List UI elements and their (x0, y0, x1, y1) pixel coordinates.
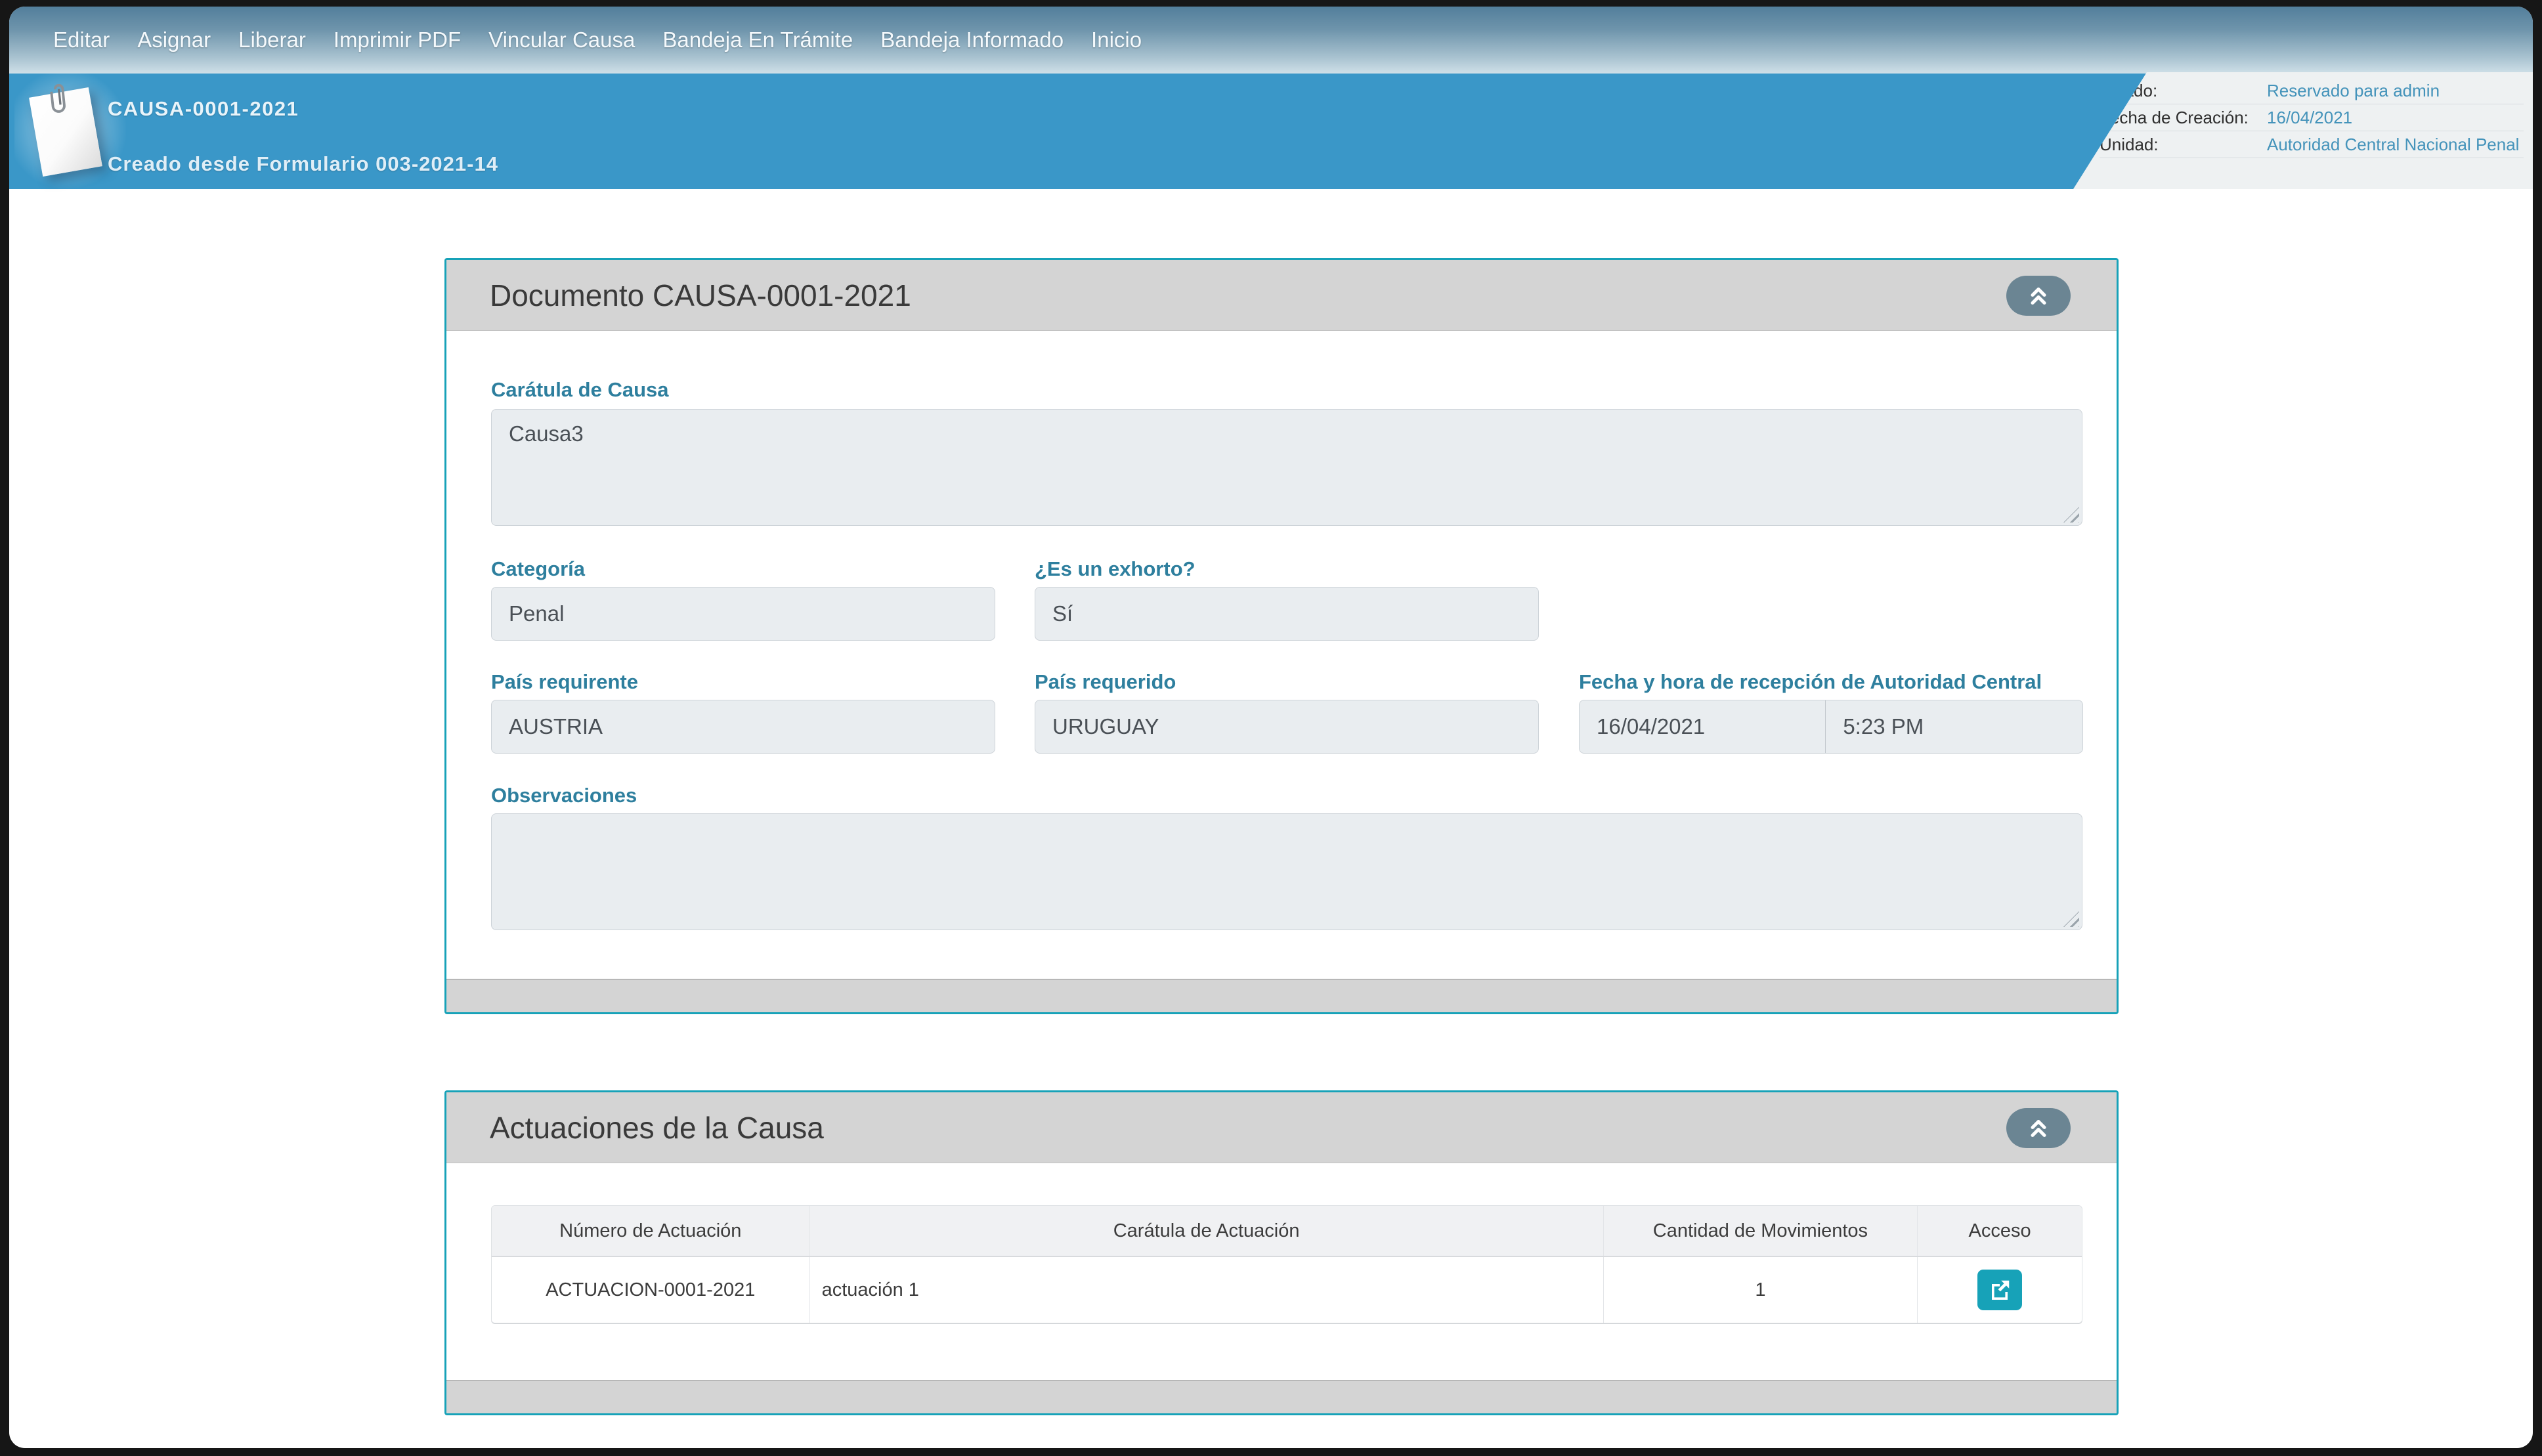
menu-item-asignar[interactable]: Asignar (123, 28, 225, 53)
fecha-recepcion-date-field: 16/04/2021 (1580, 700, 1826, 753)
actuaciones-panel-header: Actuaciones de la Causa (446, 1092, 2117, 1163)
actuaciones-panel-footer (446, 1380, 2117, 1413)
documento-panel-header: Documento CAUSA-0001-2021 (446, 260, 2117, 331)
caratula-causa-textarea[interactable]: Causa3 (491, 409, 2082, 526)
menu-item-bandeja-en-tramite[interactable]: Bandeja En Trámite (649, 28, 867, 53)
documento-collapse-button[interactable] (2006, 276, 2071, 316)
fecha-recepcion-group: 16/04/2021 5:23 PM (1579, 700, 2083, 754)
actuaciones-collapse-button[interactable] (2006, 1108, 2071, 1148)
menu-item-imprimir-pdf[interactable]: Imprimir PDF (320, 28, 475, 53)
acceso-button[interactable] (1977, 1270, 2022, 1310)
exhorto-field: Sí (1035, 587, 1539, 641)
col-header-acceso: Acceso (1918, 1206, 2082, 1256)
app-window: Editar Asignar Liberar Imprimir PDF Vinc… (9, 7, 2533, 1448)
fecha-creacion-value: 16/04/2021 (2267, 108, 2352, 128)
documento-panel-footer (446, 979, 2117, 1012)
pais-requerido-field: URUGUAY (1035, 700, 1539, 754)
menu-item-vincular-causa[interactable]: Vincular Causa (475, 28, 649, 53)
fecha-recepcion-label: Fecha y hora de recepción de Autoridad C… (1579, 670, 2042, 694)
case-info-panel: Estado: Reservado para admin Fecha de Cr… (2073, 72, 2533, 189)
actuaciones-table-header-row: Número de Actuación Carátula de Actuació… (492, 1206, 2082, 1257)
fecha-recepcion-time-field: 5:23 PM (1826, 700, 2082, 753)
cell-cantidad-movimientos: 1 (1604, 1257, 1918, 1323)
resize-grip-icon[interactable] (2063, 507, 2079, 523)
case-subtitle: Creado desde Formulario 003-2021-14 (108, 152, 498, 176)
caratula-causa-label: Carátula de Causa (491, 378, 669, 402)
pais-requirente-field: AUSTRIA (491, 700, 995, 754)
actuaciones-panel: Actuaciones de la Causa Número de Actuac… (444, 1090, 2119, 1415)
info-row-fecha-creacion: Fecha de Creación: 16/04/2021 (2100, 104, 2524, 131)
menu-item-inicio[interactable]: Inicio (1077, 28, 1155, 53)
fecha-creacion-label: Fecha de Creación: (2100, 108, 2267, 128)
unidad-value: Autoridad Central Nacional Penal (2267, 135, 2519, 155)
estado-value: Reservado para admin (2267, 81, 2440, 101)
double-chevron-up-icon (2027, 284, 2050, 308)
observaciones-label: Observaciones (491, 784, 637, 807)
info-row-unidad: Unidad: Autoridad Central Nacional Penal (2100, 131, 2524, 158)
exhorto-label: ¿Es un exhorto? (1035, 557, 1196, 581)
case-title: CAUSA-0001-2021 (108, 97, 299, 121)
actuaciones-table: Número de Actuación Carátula de Actuació… (491, 1205, 2082, 1323)
menu-item-liberar[interactable]: Liberar (225, 28, 320, 53)
unidad-label: Unidad: (2100, 135, 2267, 155)
categoria-field: Penal (491, 587, 995, 641)
resize-grip-icon[interactable] (2063, 911, 2079, 927)
col-header-numero: Número de Actuación (492, 1206, 810, 1256)
cell-numero-actuacion: ACTUACION-0001-2021 (492, 1257, 810, 1323)
external-link-icon (1988, 1278, 2012, 1302)
menu-item-bandeja-informado[interactable]: Bandeja Informado (867, 28, 1077, 53)
paperclip-icon (48, 78, 72, 118)
info-row-estado: Estado: Reservado para admin (2100, 77, 2524, 104)
actuaciones-panel-title: Actuaciones de la Causa (490, 1110, 824, 1146)
documento-panel-title: Documento CAUSA-0001-2021 (490, 278, 911, 313)
observaciones-textarea[interactable] (491, 813, 2082, 930)
menu-item-editar[interactable]: Editar (39, 28, 123, 53)
documento-panel: Documento CAUSA-0001-2021 Carátula de Ca… (444, 258, 2119, 1014)
col-header-caratula: Carátula de Actuación (810, 1206, 1604, 1256)
categoria-label: Categoría (491, 557, 585, 581)
double-chevron-up-icon (2027, 1117, 2050, 1140)
col-header-movimientos: Cantidad de Movimientos (1604, 1206, 1918, 1256)
caratula-causa-value: Causa3 (509, 421, 584, 446)
cell-caratula-actuacion: actuación 1 (810, 1257, 1604, 1323)
table-row: ACTUACION-0001-2021 actuación 1 1 (492, 1257, 2082, 1323)
pais-requirente-label: País requirente (491, 670, 638, 694)
pais-requerido-label: País requerido (1035, 670, 1176, 694)
cell-acceso (1918, 1257, 2082, 1323)
top-menubar: Editar Asignar Liberar Imprimir PDF Vinc… (9, 7, 2533, 74)
